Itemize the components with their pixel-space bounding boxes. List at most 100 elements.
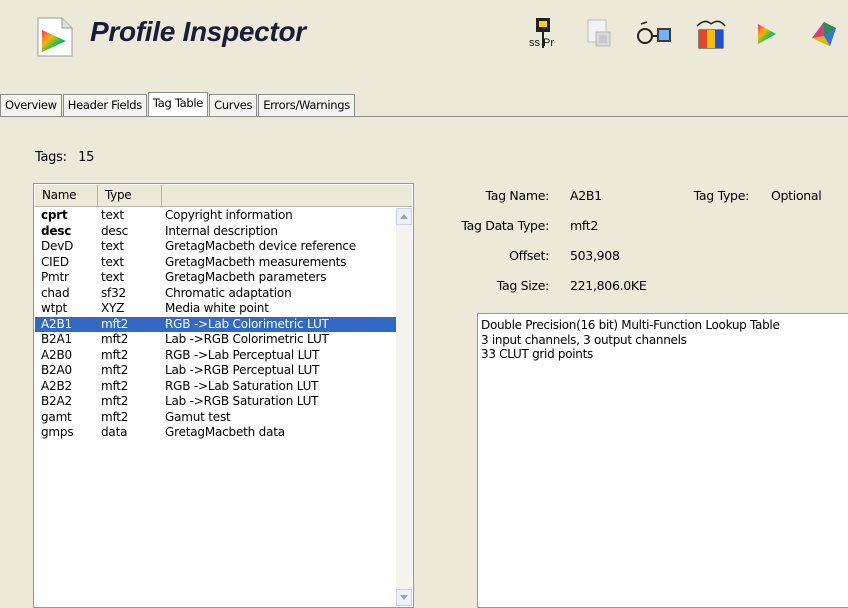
tag-description-box[interactable]: Double Precision(16 bit) Multi-Function … [477, 313, 848, 608]
tag-list-scrollbar[interactable] [396, 208, 412, 606]
tag-type-cell: mft2 [101, 332, 129, 346]
app-header: Profile Inspector ss Pr [0, 0, 848, 88]
tag-type-cell: text [101, 239, 124, 253]
table-row[interactable]: cprt text Copyright information [35, 208, 397, 224]
tag-name-value: A2B1 [570, 188, 602, 203]
tag-type-value: Optional [771, 188, 822, 203]
tag-type-cell: mft2 [101, 363, 129, 377]
tag-type-cell: text [101, 208, 124, 222]
table-row[interactable]: Pmtr text GretagMacbeth parameters [35, 270, 397, 286]
tag-type-cell: mft2 [101, 347, 129, 362]
tab-bar: Overview Header Fields Tag Table Curves … [0, 90, 356, 117]
column-header-spacer [162, 185, 412, 206]
embed-icon[interactable] [576, 14, 622, 54]
tag-type-cell: mft2 [101, 378, 129, 393]
tag-name-cell: gamt [41, 409, 72, 424]
tag-name-cell: chad [41, 285, 70, 300]
svg-text:ss Pr: ss Pr [529, 37, 554, 49]
tag-description-cell: Internal description [165, 223, 278, 238]
tag-description-cell: GretagMacbeth measurements [165, 254, 347, 269]
table-row[interactable]: B2A0 mft2 Lab ->RGB Perceptual LUT [35, 363, 397, 379]
table-row[interactable]: chad sf32 Chromatic adaptation [35, 286, 397, 302]
tag-description-cell: RGB ->Lab Saturation LUT [165, 378, 319, 393]
app-window: Profile Inspector ss Pr Overview Header … [0, 0, 848, 608]
app-title: Profile Inspector [90, 16, 306, 47]
tag-list-header: Name Type [35, 185, 412, 207]
tag-data-type-value: mft2 [570, 218, 599, 233]
tag-name-cell: A2B2 [41, 378, 72, 393]
tag-description-cell: Lab ->RGB Saturation LUT [165, 394, 319, 408]
tag-description-cell: Lab ->RGB Colorimetric LUT [165, 332, 329, 346]
tag-size-value: 221,806.0KE [570, 278, 647, 293]
chevron-down-icon [400, 595, 408, 600]
description-line: 33 CLUT grid points [481, 347, 593, 361]
table-row[interactable]: wtpt XYZ Media white point [35, 301, 397, 317]
column-header-name[interactable]: Name [35, 185, 98, 206]
toolbar: ss Pr [520, 14, 846, 54]
tag-type-cell: data [101, 425, 128, 439]
tag-name-cell: Pmtr [41, 270, 69, 284]
table-row[interactable]: desc desc Internal description [35, 224, 397, 240]
tag-name-cell: wtpt [41, 301, 68, 315]
tag-description-cell: Chromatic adaptation [165, 285, 292, 300]
tag-size-label: Tag Size: [496, 278, 550, 293]
tags-count-label: Tags: [35, 150, 67, 165]
tag-name-cell: B2A1 [41, 332, 72, 346]
tab-tag-table[interactable]: Tag Table [147, 92, 209, 117]
tag-description-cell: Copyright information [165, 208, 293, 222]
chevron-up-icon [400, 214, 408, 219]
tag-type-cell: desc [101, 223, 129, 238]
ss-pr-icon[interactable]: ss Pr [520, 14, 566, 54]
offset-label: Offset: [509, 248, 549, 263]
description-line: 3 input channels, 3 output channels [481, 332, 687, 347]
tag-name-cell: A2B0 [41, 347, 72, 362]
tag-name-cell: cprt [41, 208, 68, 222]
table-row[interactable]: B2A1 mft2 Lab ->RGB Colorimetric LUT [35, 332, 397, 348]
tag-type-cell: XYZ [101, 301, 125, 315]
tag-description-cell: RGB ->Lab Colorimetric LUT [165, 316, 329, 331]
tag-name-cell: A2B1 [41, 316, 72, 331]
table-row[interactable]: A2B0 mft2 RGB ->Lab Perceptual LUT [35, 348, 397, 364]
tag-type-cell: text [101, 270, 124, 284]
table-row[interactable]: A2B1 mft2 RGB ->Lab Colorimetric LUT [35, 316, 397, 332]
tag-description-cell: GretagMacbeth device reference [165, 239, 356, 253]
tag-type-cell: sf32 [101, 285, 126, 300]
tab-header-fields[interactable]: Header Fields [62, 94, 147, 116]
tag-data-type-label: Tag Data Type: [461, 218, 549, 233]
tags-count: Tags: 15 [35, 150, 94, 165]
tag-name-cell: B2A0 [41, 363, 72, 377]
compare-icon[interactable] [688, 14, 734, 54]
tag-type-label: Tag Type: [693, 188, 750, 203]
tab-overview[interactable]: Overview [0, 94, 62, 116]
tab-errors-warnings[interactable]: Errors/Warnings [258, 94, 355, 116]
tag-type-cell: text [101, 254, 124, 269]
table-row[interactable]: A2B2 mft2 RGB ->Lab Saturation LUT [35, 379, 397, 395]
tag-description-cell: RGB ->Lab Perceptual LUT [165, 347, 320, 362]
gamut-3d-icon[interactable] [800, 14, 846, 54]
table-row[interactable]: gmps data GretagMacbeth data [35, 425, 397, 441]
column-header-type[interactable]: Type [98, 185, 162, 206]
tag-name-cell: DevD [41, 239, 74, 253]
tag-description-cell: GretagMacbeth parameters [165, 270, 327, 284]
tag-description-cell: Lab ->RGB Perceptual LUT [165, 363, 320, 377]
tag-description-cell: GretagMacbeth data [165, 425, 285, 439]
tag-type-cell: mft2 [101, 409, 129, 424]
tag-name-label: Tag Name: [485, 188, 549, 203]
tag-type-cell: mft2 [101, 394, 129, 408]
tag-name-cell: CIED [41, 254, 69, 269]
scroll-up-button[interactable] [396, 208, 412, 225]
tab-curves[interactable]: Curves [209, 94, 258, 116]
tags-count-value: 15 [78, 150, 95, 165]
play-triangle-icon[interactable] [744, 14, 790, 54]
table-row[interactable]: B2A2 mft2 Lab ->RGB Saturation LUT [35, 394, 397, 410]
description-line: Double Precision(16 bit) Multi-Function … [481, 318, 780, 332]
table-row[interactable]: gamt mft2 Gamut test [35, 410, 397, 426]
table-row[interactable]: CIED text GretagMacbeth measurements [35, 255, 397, 271]
offset-value: 503,908 [570, 248, 620, 263]
tag-type-cell: mft2 [101, 316, 129, 331]
glasses-view-icon[interactable] [632, 14, 678, 54]
scroll-down-button[interactable] [396, 589, 412, 606]
tag-list-rows: cprt text Copyright information desc desc Int… [35, 208, 397, 441]
table-row[interactable]: DevD text GretagMacbeth device reference [35, 239, 397, 255]
tag-list[interactable]: Name Type cprt text Copyright information d… [33, 183, 414, 608]
